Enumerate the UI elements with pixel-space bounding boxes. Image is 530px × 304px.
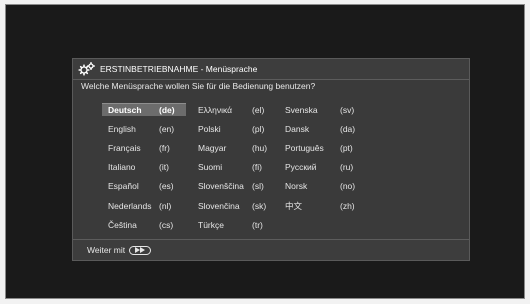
language-code: (hu) [252, 142, 268, 153]
language-code: (no) [340, 181, 356, 192]
language-code: (el) [252, 104, 265, 115]
language-option-pt[interactable]: Português (pt) [279, 141, 361, 154]
fast-forward-button-icon[interactable] [129, 245, 152, 255]
language-name: 中文 [285, 200, 303, 211]
fast-forward-icon [135, 247, 146, 253]
language-code: (fi) [252, 162, 262, 173]
language-name: Français [108, 142, 141, 153]
gears-icon [78, 62, 96, 76]
language-option-hu[interactable]: Magyar (hu) [192, 141, 274, 154]
language-option-zh[interactable]: 中文 (zh) [279, 199, 361, 212]
language-name: Norsk [285, 181, 308, 192]
language-option-es[interactable]: Español (es) [102, 180, 186, 193]
language-option-tr[interactable]: Türkçe (tr) [192, 218, 274, 231]
language-code: (en) [159, 123, 175, 134]
language-code: (nl) [159, 200, 172, 211]
language-code: (pt) [340, 142, 353, 153]
tv-screen: ERSTINBETRIEBNAHME - Menüsprache Welche … [5, 4, 525, 299]
language-code: (it) [159, 162, 169, 173]
language-option-en[interactable]: English (en) [102, 122, 186, 135]
language-option-sk[interactable]: Slovenčina (sk) [192, 199, 274, 212]
language-code: (sv) [340, 104, 355, 115]
language-name: Magyar [198, 142, 227, 153]
language-option-ru[interactable]: Русский (ru) [279, 161, 361, 174]
language-name: Türkçe [198, 219, 224, 230]
language-name: Ελληνικά [198, 104, 233, 115]
language-option-el[interactable]: Ελληνικά (el) [192, 103, 274, 116]
language-code: (cs) [159, 219, 174, 230]
language-option-fi[interactable]: Suomi (fi) [192, 161, 274, 174]
language-code: (da) [340, 123, 356, 134]
footer-label: Weiter mit [87, 245, 126, 255]
language-name: Polski [198, 123, 221, 134]
dialog-footer: Weiter mit [73, 240, 469, 260]
language-code: (tr) [252, 219, 263, 230]
language-code: (sl) [252, 181, 264, 192]
language-name: Suomi [198, 162, 223, 173]
language-name: Čeština [108, 219, 137, 230]
language-option-it[interactable]: Italiano (it) [102, 161, 186, 174]
language-option-cs[interactable]: Čeština (cs) [102, 218, 186, 231]
language-option-sv[interactable]: Svenska (sv) [279, 103, 361, 116]
language-code: (pl) [252, 123, 265, 134]
language-option-pl[interactable]: Polski (pl) [192, 122, 274, 135]
language-option-no[interactable]: Norsk (no) [279, 180, 361, 193]
language-name: Svenska [285, 104, 318, 115]
language-code: (fr) [159, 142, 170, 153]
language-option-fr[interactable]: Français (fr) [102, 141, 186, 154]
language-code: (sk) [252, 200, 267, 211]
language-option-sl[interactable]: Slovenščina (sl) [192, 180, 274, 193]
question-text: Welche Menüsprache wollen Sie für die Be… [81, 81, 316, 91]
language-code: (ru) [340, 162, 354, 173]
dialog-titlebar: ERSTINBETRIEBNAHME - Menüsprache [73, 59, 469, 79]
dialog-title: ERSTINBETRIEBNAHME - Menüsprache [100, 64, 258, 74]
language-option-de[interactable]: Deutsch (de) [102, 103, 186, 116]
language-code: (es) [159, 181, 174, 192]
language-dialog: ERSTINBETRIEBNAHME - Menüsprache Welche … [72, 58, 470, 261]
language-name: Dansk [285, 123, 310, 134]
language-name: Deutsch [108, 105, 142, 115]
language-code: (zh) [340, 200, 355, 211]
language-option-nl[interactable]: Nederlands (nl) [102, 199, 186, 212]
language-name: Nederlands [108, 200, 152, 211]
language-name: Português [285, 142, 324, 153]
language-name: Italiano [108, 162, 136, 173]
title-divider [73, 79, 469, 80]
language-name: Русский [285, 162, 317, 173]
language-name: English [108, 123, 136, 134]
language-name: Slovenčina [198, 200, 240, 211]
language-code: (de) [159, 105, 175, 115]
language-option-da[interactable]: Dansk (da) [279, 122, 361, 135]
language-name: Español [108, 181, 139, 192]
language-name: Slovenščina [198, 181, 244, 192]
